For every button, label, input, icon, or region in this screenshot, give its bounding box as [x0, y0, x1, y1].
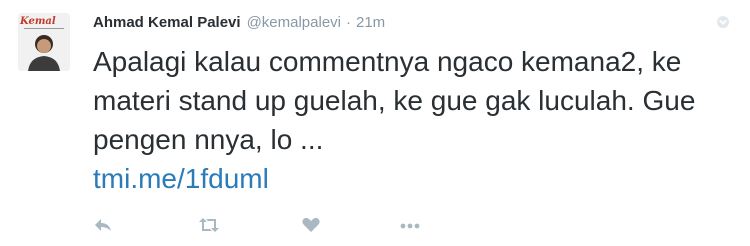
tweet-header: Ahmad Kemal Palevi @kemalpalevi · 21m [93, 14, 385, 34]
more-icon[interactable] [399, 215, 420, 235]
author-handle[interactable]: @kemalpalevi [247, 14, 341, 31]
retweet-icon[interactable] [197, 215, 219, 235]
avatar[interactable]: Kemal [18, 13, 70, 71]
tweet-link[interactable]: tmi.me/1fduml [93, 159, 269, 198]
avatar-image: Kemal [18, 13, 70, 71]
reply-icon[interactable] [93, 215, 113, 235]
separator: · [346, 14, 351, 31]
timestamp[interactable]: 21m [356, 14, 385, 31]
avatar-logo-text: Kemal [19, 16, 56, 27]
author-name[interactable]: Ahmad Kemal Palevi [93, 14, 241, 31]
tweet-text: Apalagi kalau commentnya ngaco kemana2, … [93, 46, 696, 155]
chevron-down-icon[interactable] [716, 15, 730, 29]
tweet-card[interactable]: Kemal Ahmad Kemal Palevi @kemalpalevi · … [0, 0, 750, 246]
like-icon[interactable] [301, 215, 321, 235]
